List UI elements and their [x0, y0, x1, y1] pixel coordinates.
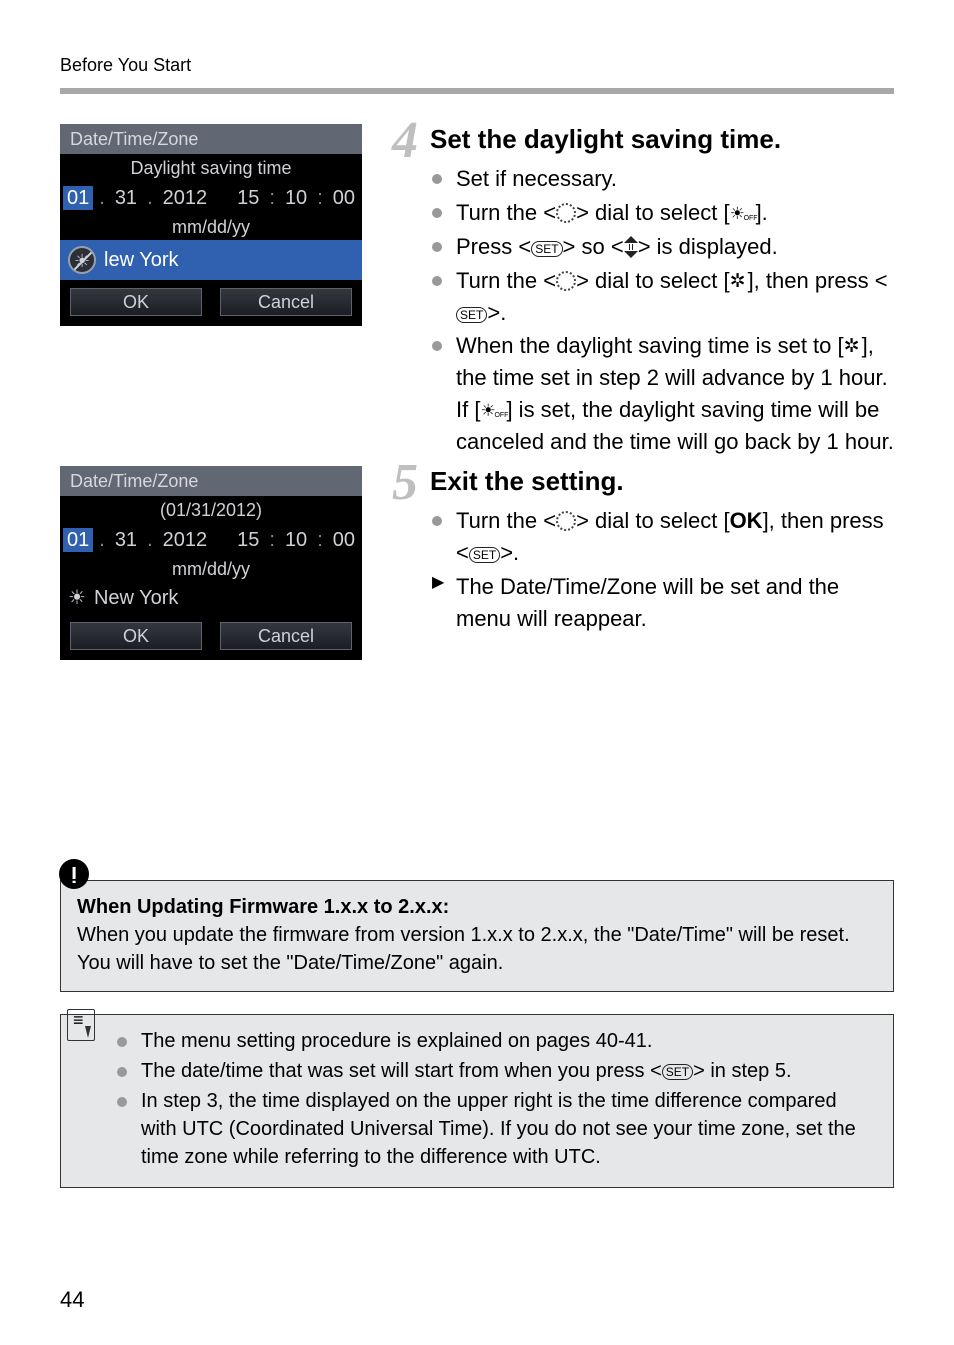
bullet: Turn the <> dial to select []. — [456, 197, 894, 229]
zone-row: ☀ New York — [60, 582, 362, 614]
warning-icon: i — [59, 859, 89, 889]
notes-icon — [67, 1009, 95, 1041]
step-number-5: 5 — [392, 462, 418, 504]
sun-icon: ☀ — [68, 588, 86, 608]
set-icon: SET — [469, 547, 500, 563]
ok-button: OK — [70, 622, 202, 650]
cancel-button: Cancel — [220, 288, 352, 316]
sun-on-icon — [844, 337, 862, 355]
bullet: Press <SET> so <> is displayed. — [456, 231, 894, 263]
bullet: Turn the <> dial to select [], then pres… — [456, 265, 894, 329]
set-icon: SET — [531, 241, 562, 257]
sun-off-icon: ☀ — [68, 246, 96, 274]
sun-off-icon — [730, 204, 748, 222]
bullet: When the daylight saving time is set to … — [456, 330, 894, 458]
warning-note: i When Updating Firmware 1.x.x to 2.x.x:… — [60, 880, 894, 992]
updown-icon — [624, 236, 638, 258]
date-row: 01. 31. 2012 15: 10: 00 — [60, 524, 362, 556]
zone-row: ☀ lew York — [60, 240, 362, 280]
step-title: Exit the setting. — [430, 466, 894, 497]
bullet: Turn the <> dial to select [OK], then pr… — [456, 505, 894, 569]
note-title: When Updating Firmware 1.x.x to 2.x.x: — [77, 896, 449, 918]
note-body: When you update the firmware from versio… — [77, 924, 850, 974]
screen-title: Date/Time/Zone — [60, 124, 362, 154]
tip-item: The menu setting procedure is explained … — [117, 1027, 877, 1055]
step-number-4: 4 — [392, 120, 418, 162]
set-icon: SET — [456, 307, 487, 323]
date-format: mm/dd/yy — [60, 214, 362, 240]
tip-item: The date/time that was set will start fr… — [117, 1057, 877, 1085]
page-number: 44 — [60, 1287, 84, 1313]
dial-icon — [556, 271, 576, 291]
tip-item: In step 3, the time displayed on the upp… — [117, 1087, 877, 1171]
bullet: Set if necessary. — [456, 163, 894, 195]
screen-subtitle: Daylight saving time — [60, 154, 362, 182]
dial-icon — [556, 511, 576, 531]
cancel-button: Cancel — [220, 622, 352, 650]
date-format: mm/dd/yy — [60, 556, 362, 582]
header-rule — [60, 88, 894, 94]
dial-icon — [556, 203, 576, 223]
sun-on-icon — [730, 272, 748, 290]
camera-screen-exit: Date/Time/Zone (01/31/2012) 01. 31. 2012… — [60, 466, 362, 660]
sun-off-icon — [480, 401, 498, 419]
tips-note: The menu setting procedure is explained … — [60, 1014, 894, 1188]
section-header: Before You Start — [60, 55, 894, 76]
screen-subtitle: (01/31/2012) — [60, 496, 362, 524]
screen-title: Date/Time/Zone — [60, 466, 362, 496]
set-icon: SET — [662, 1064, 693, 1080]
ok-button: OK — [70, 288, 202, 316]
camera-screen-dst: Date/Time/Zone Daylight saving time 01. … — [60, 124, 362, 326]
result-bullet: The Date/Time/Zone will be set and the m… — [456, 571, 894, 635]
step-title: Set the daylight saving time. — [430, 124, 894, 155]
date-row: 01. 31. 2012 15: 10: 00 — [60, 182, 362, 214]
